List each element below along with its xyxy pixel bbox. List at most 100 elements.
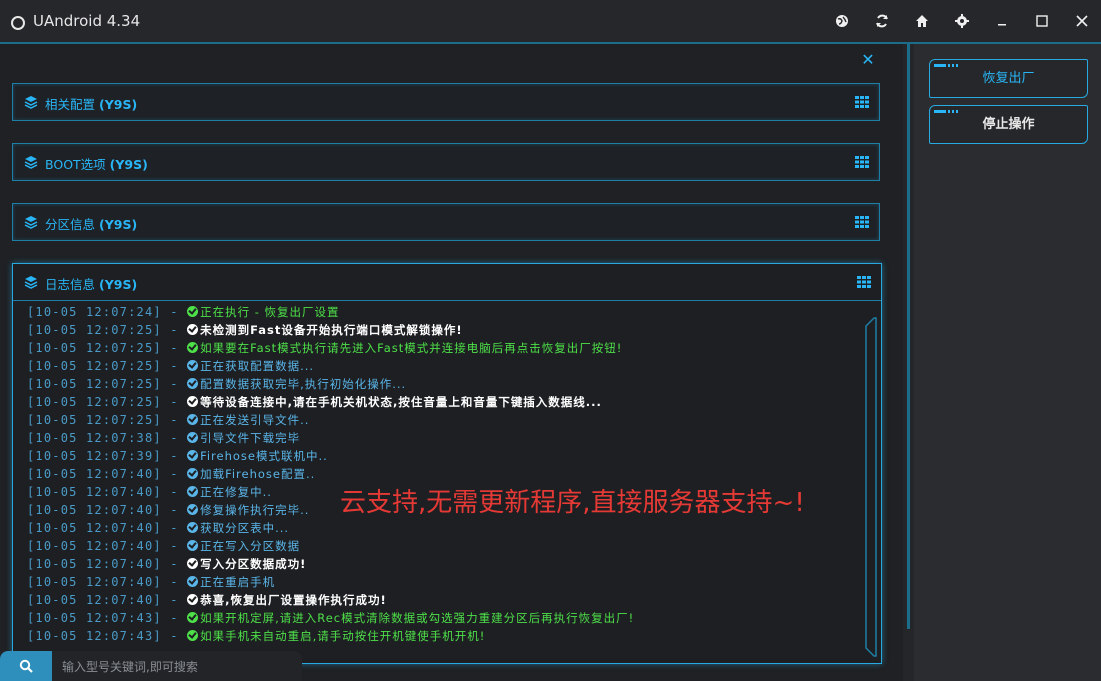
layers-icon <box>24 216 38 229</box>
layers-icon <box>24 276 38 289</box>
log-timestamp: [10-05 12:07:40] - <box>27 557 188 571</box>
maximize-icon[interactable] <box>1032 12 1052 32</box>
overlay-promo-text: 云支持,无需更新程序,直接服务器支持~! <box>340 488 805 518</box>
grid-icon[interactable] <box>857 276 871 288</box>
layers-icon <box>24 156 38 169</box>
check-circle-icon <box>187 540 199 551</box>
check-circle-icon <box>187 558 199 569</box>
log-header[interactable]: 日志信息 (Y9S) <box>13 264 881 301</box>
home-icon[interactable] <box>912 12 932 32</box>
check-circle-icon <box>187 378 199 389</box>
log-message: 引导文件下载完毕 <box>200 431 301 445</box>
log-message: Firehose模式联机中.. <box>200 449 328 463</box>
gear-icon[interactable] <box>952 12 972 32</box>
search-input[interactable] <box>60 656 294 678</box>
log-timestamp: [10-05 12:07:40] - <box>27 539 188 553</box>
log-message: 未检测到Fast设备开始执行端口模式解锁操作! <box>200 323 463 337</box>
log-line: [10-05 12:07:43] - 如果手机未自动重启,请手动按住开机键使手机… <box>27 627 867 645</box>
check-circle-icon <box>187 432 199 443</box>
log-message: 加载Firehose配置.. <box>200 467 316 481</box>
button-decoration-icon <box>934 110 958 113</box>
check-circle-icon <box>187 414 199 425</box>
panel-divider[interactable] <box>903 44 914 681</box>
close-icon[interactable] <box>1072 12 1092 32</box>
log-message: 修复操作执行完毕.. <box>200 503 310 517</box>
check-circle-icon <box>187 594 199 605</box>
log-timestamp: [10-05 12:07:40] - <box>27 521 188 535</box>
check-circle-icon <box>187 522 199 533</box>
check-circle-icon <box>187 630 199 641</box>
check-circle-icon <box>187 450 199 461</box>
log-message: 获取分区表中... <box>200 521 290 535</box>
log-line: [10-05 12:07:38] - 引导文件下载完毕 <box>27 429 867 447</box>
log-line: [10-05 12:07:24] - 正在执行 - 恢复出厂设置 <box>27 303 867 321</box>
check-circle-icon <box>187 396 199 407</box>
close-panel-icon[interactable]: ✕ <box>858 50 878 70</box>
grid-icon[interactable] <box>855 96 869 108</box>
log-message: 配置数据获取完毕,执行初始化操作... <box>200 377 407 391</box>
log-message: 如果手机未自动重启,请手动按住开机键使手机开机! <box>200 629 486 643</box>
log-line: [10-05 12:07:25] - 等待设备连接中,请在手机关机状态,按住音量… <box>27 393 867 411</box>
search-icon <box>19 659 33 673</box>
check-circle-icon <box>187 468 199 479</box>
log-message: 正在执行 - 恢复出厂设置 <box>200 305 340 319</box>
log-message: 正在修复中.. <box>200 485 272 499</box>
stop-operation-label: 停止操作 <box>982 117 1035 132</box>
scrollbar[interactable] <box>864 316 878 658</box>
log-panel: 日志信息 (Y9S) [10-05 12:07:24] - 正在执行 - 恢复出… <box>12 263 882 664</box>
log-message: 正在写入分区数据 <box>200 539 301 553</box>
section-related-config[interactable]: 相关配置 (Y9S) <box>12 83 880 121</box>
log-line: [10-05 12:07:25] - 未检测到Fast设备开始执行端口模式解锁操… <box>27 321 867 339</box>
log-line: [10-05 12:07:40] - 加载Firehose配置.. <box>27 465 867 483</box>
log-line: [10-05 12:07:40] - 正在写入分区数据 <box>27 537 867 555</box>
log-timestamp: [10-05 12:07:24] - <box>27 305 188 319</box>
log-message: 正在发送引导文件.. <box>200 413 310 427</box>
log-message: 等待设备连接中,请在手机关机状态,按住音量上和音量下键插入数据线... <box>200 395 602 409</box>
minimize-icon[interactable] <box>992 12 1012 32</box>
log-timestamp: [10-05 12:07:40] - <box>27 575 188 589</box>
log-timestamp: [10-05 12:07:25] - <box>27 323 188 337</box>
log-timestamp: [10-05 12:07:25] - <box>27 395 188 409</box>
check-circle-icon <box>187 486 199 497</box>
log-timestamp: [10-05 12:07:25] - <box>27 341 188 355</box>
log-timestamp: [10-05 12:07:40] - <box>27 485 188 499</box>
log-message: 如果开机定屏,请进入Rec模式清除数据或勾选强力重建分区后再执行恢复出厂! <box>200 611 635 625</box>
app-logo-icon <box>11 16 25 30</box>
section-boot-options[interactable]: BOOT选项 (Y9S) <box>12 143 880 181</box>
log-line: [10-05 12:07:40] - 获取分区表中... <box>27 519 867 537</box>
log-message: 恭喜,恢复出厂设置操作执行成功! <box>200 593 387 607</box>
log-timestamp: [10-05 12:07:43] - <box>27 629 188 643</box>
stop-operation-button[interactable]: 停止操作 <box>929 105 1088 144</box>
grid-icon[interactable] <box>855 216 869 228</box>
section-title: BOOT选项 (Y9S) <box>45 157 148 172</box>
search-button[interactable] <box>0 651 52 681</box>
section-partition-info[interactable]: 分区信息 (Y9S) <box>12 203 880 241</box>
app-title: UAndroid 4.34 <box>33 12 141 30</box>
check-circle-icon <box>187 612 199 623</box>
layers-icon <box>24 96 38 109</box>
log-timestamp: [10-05 12:07:39] - <box>27 449 188 463</box>
log-line: [10-05 12:07:40] - 正在重启手机 <box>27 573 867 591</box>
log-line: [10-05 12:07:25] - 配置数据获取完毕,执行初始化操作... <box>27 375 867 393</box>
log-title: 日志信息 (Y9S) <box>45 277 138 292</box>
log-timestamp: [10-05 12:07:38] - <box>27 431 188 445</box>
log-timestamp: [10-05 12:07:25] - <box>27 413 188 427</box>
grid-icon[interactable] <box>855 156 869 168</box>
globe-icon[interactable] <box>832 12 852 32</box>
check-circle-icon <box>187 576 199 587</box>
log-line: [10-05 12:07:25] - 如果要在Fast模式执行请先进入Fast模… <box>27 339 867 357</box>
check-circle-icon <box>187 360 199 371</box>
check-circle-icon <box>187 342 199 353</box>
log-message: 写入分区数据成功! <box>200 557 307 571</box>
log-line: [10-05 12:07:40] - 恭喜,恢复出厂设置操作执行成功! <box>27 591 867 609</box>
refresh-icon[interactable] <box>872 12 892 32</box>
log-timestamp: [10-05 12:07:40] - <box>27 467 188 481</box>
restore-factory-label: 恢复出厂 <box>982 71 1035 86</box>
log-message: 正在重启手机 <box>200 575 276 589</box>
section-title: 分区信息 (Y9S) <box>45 217 138 232</box>
log-timestamp: [10-05 12:07:43] - <box>27 611 188 625</box>
check-circle-icon <box>187 306 199 317</box>
log-line: [10-05 12:07:40] - 写入分区数据成功! <box>27 555 867 573</box>
log-message: 如果要在Fast模式执行请先进入Fast模式并连接电脑后再点击恢复出厂按钮! <box>200 341 623 355</box>
restore-factory-button[interactable]: 恢复出厂 <box>929 59 1088 98</box>
